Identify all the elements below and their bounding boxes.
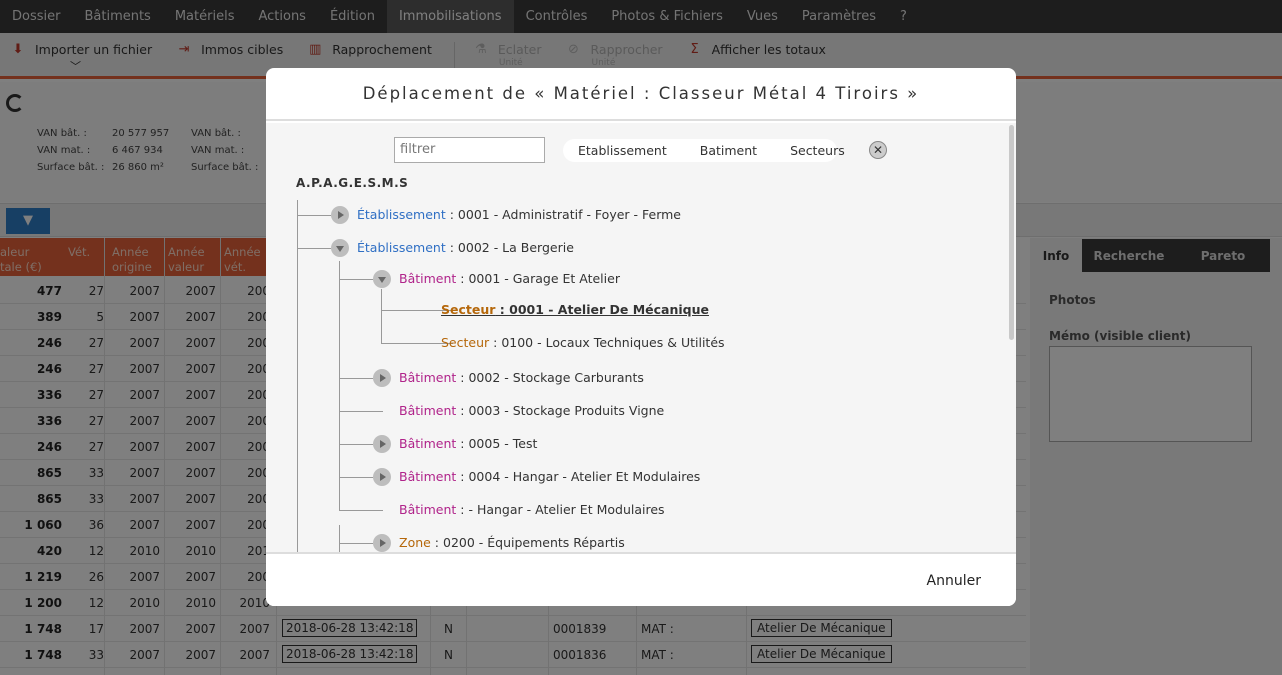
expand-toggle-icon[interactable] [331,206,349,224]
tree-container: filtrer Etablissement Batiment Secteurs … [266,123,1016,553]
collapse-toggle-icon[interactable] [373,270,391,288]
cancel-button[interactable]: Annuler [927,573,981,589]
collapse-toggle-icon[interactable] [331,239,349,257]
tree-line [297,248,331,249]
tree-node-zone-0200[interactable]: Zone : 0200 - Équipements Répartis [399,535,625,550]
tree-node-secteur-0001-selected[interactable]: Secteur : 0001 - Atelier De Mécanique [441,302,709,317]
tree-line [339,411,383,412]
chip-secteurs[interactable]: Secteurs [775,143,845,158]
tree-line [339,378,373,379]
tree-node-batiment-0001[interactable]: Bâtiment : 0001 - Garage Et Atelier [399,271,620,286]
tree-line [297,200,298,553]
chip-batiment[interactable]: Batiment [685,143,757,158]
tree-line [339,279,373,280]
tree-line [339,261,340,511]
expand-toggle-icon[interactable] [373,369,391,387]
chip-etablissement[interactable]: Etablissement [563,143,667,158]
tree-line [339,525,340,553]
tree-line [297,215,331,216]
tree-line [339,510,383,511]
tree-node-batiment-0005[interactable]: Bâtiment : 0005 - Test [399,436,537,451]
tree-filter-input[interactable]: filtrer [394,137,545,163]
dialog-footer: Annuler [266,552,1016,606]
tree-root: A.P.A.G.E.S.M.S [296,176,409,190]
tree-line [339,477,373,478]
tree-node-etablissement-0001[interactable]: Établissement : 0001 - Administratif - F… [357,207,681,222]
tree-line [339,543,373,544]
tree-node-batiment-hangar[interactable]: Bâtiment : - Hangar - Atelier Et Modulai… [399,502,665,517]
dialog-title: Déplacement de « Matériel : Classeur Mét… [266,68,1016,121]
tree-node-etablissement-0002[interactable]: Établissement : 0002 - La Bergerie [357,240,574,255]
tree-node-batiment-0003[interactable]: Bâtiment : 0003 - Stockage Produits Vign… [399,403,664,418]
tree-node-batiment-0004[interactable]: Bâtiment : 0004 - Hangar - Atelier Et Mo… [399,469,700,484]
move-dialog: Déplacement de « Matériel : Classeur Mét… [266,68,1016,606]
tree-node-batiment-0002[interactable]: Bâtiment : 0002 - Stockage Carburants [399,370,644,385]
clear-filter-icon[interactable]: ✕ [869,141,887,159]
expand-toggle-icon[interactable] [373,435,391,453]
level-filter-chips: Etablissement Batiment Secteurs [563,139,845,162]
expand-toggle-icon[interactable] [373,468,391,486]
tree-scrollbar[interactable] [1009,125,1014,340]
expand-toggle-icon[interactable] [373,534,391,552]
tree-node-secteur-0100[interactable]: Secteur : 0100 - Locaux Techniques & Uti… [441,335,725,350]
tree-line [339,444,373,445]
tree-line [381,289,382,343]
